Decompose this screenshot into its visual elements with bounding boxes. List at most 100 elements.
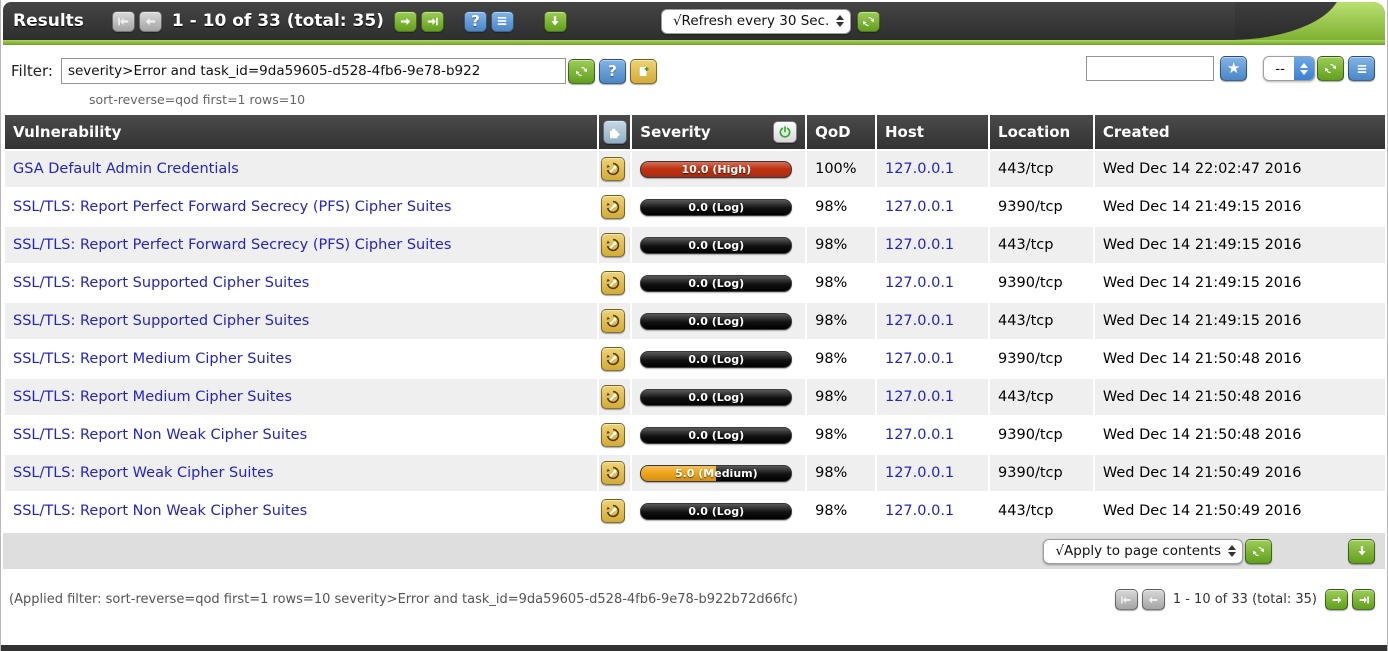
location-value: 443/tcp <box>990 303 1093 339</box>
severity-bar-label: 0.0 (Log) <box>641 504 791 519</box>
vulnerability-link[interactable]: SSL/TLS: Report Non Weak Cipher Suites <box>13 427 307 443</box>
host-link[interactable]: 127.0.0.1 <box>885 313 954 329</box>
bookmark-filter-button[interactable]: ★ <box>1220 56 1247 81</box>
vulnerability-link[interactable]: SSL/TLS: Report Supported Cipher Suites <box>13 313 309 329</box>
last-page-icon <box>1357 593 1371 607</box>
created-value: Wed Dec 14 21:50:49 2016 <box>1095 455 1385 491</box>
download-button[interactable] <box>544 11 567 32</box>
download-icon <box>1355 544 1369 558</box>
table-row: SSL/TLS: Report Medium Cipher Suites 0.0… <box>5 341 1385 377</box>
previous-page-button[interactable] <box>1142 589 1165 610</box>
severity-bar: 0.0 (Log) <box>640 313 792 330</box>
host-link[interactable]: 127.0.0.1 <box>885 503 954 519</box>
vulnerability-link[interactable]: SSL/TLS: Report Perfect Forward Secrecy … <box>13 237 451 253</box>
host-link[interactable]: 127.0.0.1 <box>885 389 954 405</box>
qod-value: 98% <box>807 493 875 529</box>
next-page-icon <box>1330 593 1344 607</box>
select-arrows-icon <box>836 15 844 27</box>
workaround-icon <box>601 423 625 447</box>
severity-bar: 0.0 (Log) <box>640 389 792 406</box>
vulnerability-link[interactable]: SSL/TLS: Report Supported Cipher Suites <box>13 275 309 291</box>
saved-filter-select[interactable]: -- <box>1263 56 1315 81</box>
severity-bar-label: 0.0 (Log) <box>641 314 791 329</box>
last-page-button[interactable] <box>1352 589 1375 610</box>
created-value: Wed Dec 14 21:50:48 2016 <box>1095 341 1385 377</box>
first-page-button[interactable] <box>112 11 135 32</box>
severity-bar: 0.0 (Log) <box>640 199 792 216</box>
last-page-icon <box>425 14 440 29</box>
download-icon <box>548 14 562 28</box>
sort-vulnerability-header[interactable]: Vulnerability <box>13 123 121 141</box>
apply-saved-filter-button[interactable] <box>1317 56 1344 81</box>
host-link[interactable]: 127.0.0.1 <box>885 275 954 291</box>
host-link[interactable]: 127.0.0.1 <box>885 199 954 215</box>
vulnerability-link[interactable]: SSL/TLS: Report Weak Cipher Suites <box>13 465 274 481</box>
saved-filter-name-input[interactable] <box>1086 56 1214 81</box>
help-button[interactable]: ? <box>464 11 487 32</box>
list-view-button[interactable] <box>491 11 514 32</box>
table-row: SSL/TLS: Report Medium Cipher Suites 0.0… <box>5 379 1385 415</box>
host-link[interactable]: 127.0.0.1 <box>885 161 954 177</box>
filter-help-button[interactable]: ? <box>599 59 626 84</box>
edit-filter-button[interactable] <box>1348 56 1375 81</box>
qod-value: 98% <box>807 227 875 263</box>
filter-input[interactable] <box>61 58 566 84</box>
first-page-button[interactable] <box>1115 589 1138 610</box>
sort-qod-header[interactable]: QoD <box>815 123 851 141</box>
filter-refresh-button[interactable] <box>568 59 595 84</box>
host-link[interactable]: 127.0.0.1 <box>885 237 954 253</box>
next-page-button[interactable] <box>394 11 417 32</box>
qod-value: 98% <box>807 379 875 415</box>
location-value: 443/tcp <box>990 493 1093 529</box>
workaround-icon <box>601 309 625 333</box>
filter-applied-terms: sort-reverse=qod first=1 rows=10 <box>89 92 1377 107</box>
sort-created-header[interactable]: Created <box>1103 123 1170 141</box>
footer: (Applied filter: sort-reverse=qod first=… <box>1 571 1387 610</box>
refresh-icon <box>574 64 589 79</box>
vulnerability-link[interactable]: GSA Default Admin Credentials <box>13 161 239 177</box>
vulnerability-link[interactable]: SSL/TLS: Report Medium Cipher Suites <box>13 389 292 405</box>
created-value: Wed Dec 14 21:50:49 2016 <box>1095 493 1385 529</box>
severity-bar-label: 0.0 (Log) <box>641 428 791 443</box>
apply-to-select[interactable]: √Apply to page contents <box>1043 539 1243 564</box>
vulnerability-link[interactable]: SSL/TLS: Report Non Weak Cipher Suites <box>13 503 307 519</box>
bottom-bar-decoration <box>1 645 1387 651</box>
next-page-button[interactable] <box>1325 589 1348 610</box>
sort-severity-header[interactable]: Severity <box>640 123 710 141</box>
severity-bar: 0.0 (Log) <box>640 351 792 368</box>
solution-type-cell <box>599 379 630 415</box>
new-filter-button[interactable] <box>630 59 657 84</box>
applied-filter-text: (Applied filter: sort-reverse=qod first=… <box>9 592 798 607</box>
workaround-icon <box>601 271 625 295</box>
qod-value: 98% <box>807 265 875 301</box>
refresh-now-button[interactable] <box>857 11 880 32</box>
sort-host-header[interactable]: Host <box>885 123 924 141</box>
host-link[interactable]: 127.0.0.1 <box>885 427 954 443</box>
next-page-icon <box>398 14 413 29</box>
sort-location-header[interactable]: Location <box>998 123 1070 141</box>
vulnerability-link[interactable]: SSL/TLS: Report Medium Cipher Suites <box>13 351 292 367</box>
qod-value: 98% <box>807 341 875 377</box>
host-link[interactable]: 127.0.0.1 <box>885 351 954 367</box>
solution-type-header-button[interactable] <box>603 120 627 144</box>
host-link[interactable]: 127.0.0.1 <box>885 465 954 481</box>
refresh-interval-select[interactable]: √Refresh every 30 Sec. <box>661 9 851 34</box>
first-page-icon <box>1119 593 1133 607</box>
pagination-range: 1 - 10 of 33 (total: 35) <box>1173 592 1317 607</box>
apply-refresh-button[interactable] <box>1245 539 1272 564</box>
vulnerability-link[interactable]: SSL/TLS: Report Perfect Forward Secrecy … <box>13 199 451 215</box>
last-page-button[interactable] <box>421 11 444 32</box>
qod-value: 98% <box>807 455 875 491</box>
severity-toggle-button[interactable] <box>773 121 797 143</box>
workaround-icon <box>601 499 625 523</box>
severity-bar-label: 0.0 (Log) <box>641 238 791 253</box>
severity-bar-label: 0.0 (Log) <box>641 352 791 367</box>
refresh-icon <box>1323 61 1338 76</box>
filter-bar: Filter: ? sort-reverse=qod first=1 rows=… <box>1 45 1387 109</box>
previous-page-button[interactable] <box>139 11 162 32</box>
export-download-button[interactable] <box>1348 539 1375 564</box>
created-value: Wed Dec 14 21:50:48 2016 <box>1095 417 1385 453</box>
solution-type-cell <box>599 303 630 339</box>
qod-value: 98% <box>807 303 875 339</box>
results-page: Results 1 - 10 of 33 (total: 35) ? <box>0 0 1388 651</box>
